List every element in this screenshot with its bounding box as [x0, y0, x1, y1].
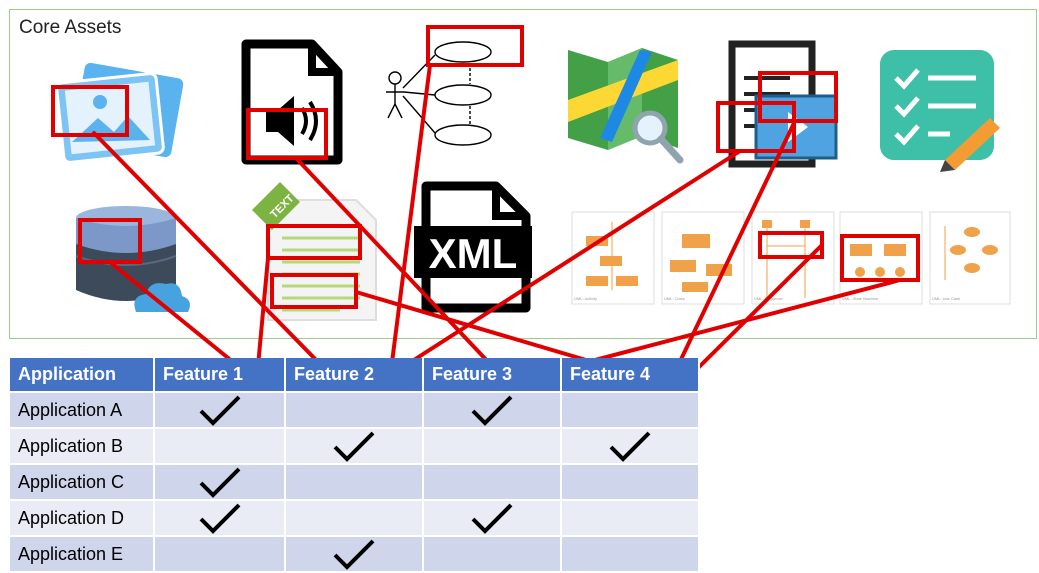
- application-name: Application B: [10, 428, 155, 465]
- uml-caption: UML: Class: [664, 296, 685, 301]
- feature-cell: [154, 428, 286, 465]
- table-row: Application E: [10, 536, 700, 573]
- table-header-row: Application Feature 1 Feature 2 Feature …: [10, 358, 700, 393]
- application-name: Application E: [10, 536, 155, 573]
- checkmark-icon: [609, 431, 651, 462]
- feature-cell: [423, 500, 562, 537]
- photo-gallery-icon: [55, 62, 184, 164]
- feature-cell: [423, 464, 562, 501]
- feature-cell: [561, 392, 700, 429]
- uml-use-case-thumb: [929, 211, 1011, 305]
- xml-label: XML: [429, 230, 518, 277]
- feature-cell: [423, 536, 562, 573]
- checkmark-icon: [199, 503, 240, 534]
- feature-cell: [561, 536, 700, 573]
- checkmark-icon: [471, 395, 513, 426]
- map-search-icon: [568, 48, 684, 164]
- feature-cell: [285, 464, 424, 501]
- feature-cell: [154, 536, 286, 573]
- table-row: Application D: [10, 500, 700, 537]
- column-header: Feature 2: [285, 358, 424, 393]
- table-row: Application C: [10, 464, 700, 501]
- checkmark-icon: [199, 395, 240, 426]
- feature-cell: [285, 392, 424, 429]
- checkmark-icon: [471, 503, 513, 534]
- column-header: Feature 4: [561, 358, 700, 393]
- feature-matrix-table: Application Feature 1 Feature 2 Feature …: [10, 358, 700, 573]
- feature-cell: [561, 428, 700, 465]
- table-row: Application B: [10, 428, 700, 465]
- application-name: Application A: [10, 392, 155, 429]
- feature-cell: [285, 428, 424, 465]
- feature-cell: [285, 500, 424, 537]
- uml-caption: UML: Use Case: [932, 296, 961, 301]
- table-row: Application A: [10, 392, 700, 429]
- use-case-diagram-icon: [386, 41, 492, 146]
- column-header: Feature 3: [423, 358, 562, 393]
- column-header: Application: [10, 358, 155, 393]
- uml-state-machine-thumb: [839, 211, 923, 305]
- feature-cell: [154, 392, 286, 429]
- uml-activity-thumb: [571, 211, 655, 305]
- column-header: Feature 1: [154, 358, 286, 393]
- application-name: Application C: [10, 464, 155, 501]
- xml-file-icon: XML: [414, 181, 532, 313]
- feature-cell: [561, 500, 700, 537]
- feature-cell: [561, 464, 700, 501]
- uml-caption: UML: Activity: [574, 296, 597, 301]
- checkmark-icon: [333, 539, 375, 570]
- feature-cell: [154, 500, 286, 537]
- feature-cell: [285, 536, 424, 573]
- checkmark-icon: [333, 431, 375, 462]
- uml-caption: UML: State Machine: [842, 296, 879, 301]
- feature-cell: [423, 392, 562, 429]
- checkmark-icon: [199, 467, 240, 498]
- checklist-edit-icon: [880, 50, 1000, 172]
- feature-cell: [154, 464, 286, 501]
- uml-class-thumb: [661, 211, 745, 305]
- feature-cell: [423, 428, 562, 465]
- application-name: Application D: [10, 500, 155, 537]
